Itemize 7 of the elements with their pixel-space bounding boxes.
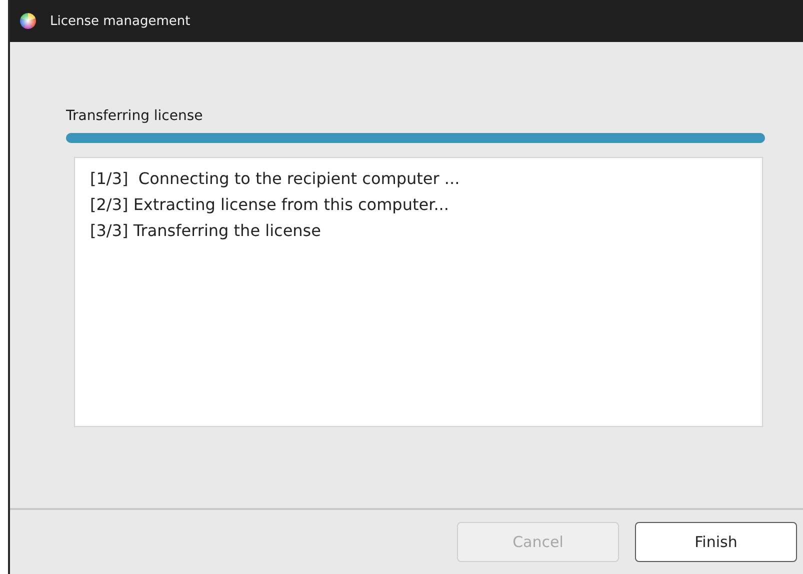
color-wheel-icon [20, 13, 36, 29]
log-line: [1/3] Connecting to the recipient computer ... [90, 168, 461, 190]
window-title: License management [50, 14, 190, 28]
finish-button[interactable]: Finish [635, 522, 797, 562]
log-line: [2/3] Extracting license from this computer... [90, 194, 450, 216]
progress-label: Transferring license [66, 108, 204, 124]
log-line: [3/3] Transferring the license [90, 220, 322, 242]
